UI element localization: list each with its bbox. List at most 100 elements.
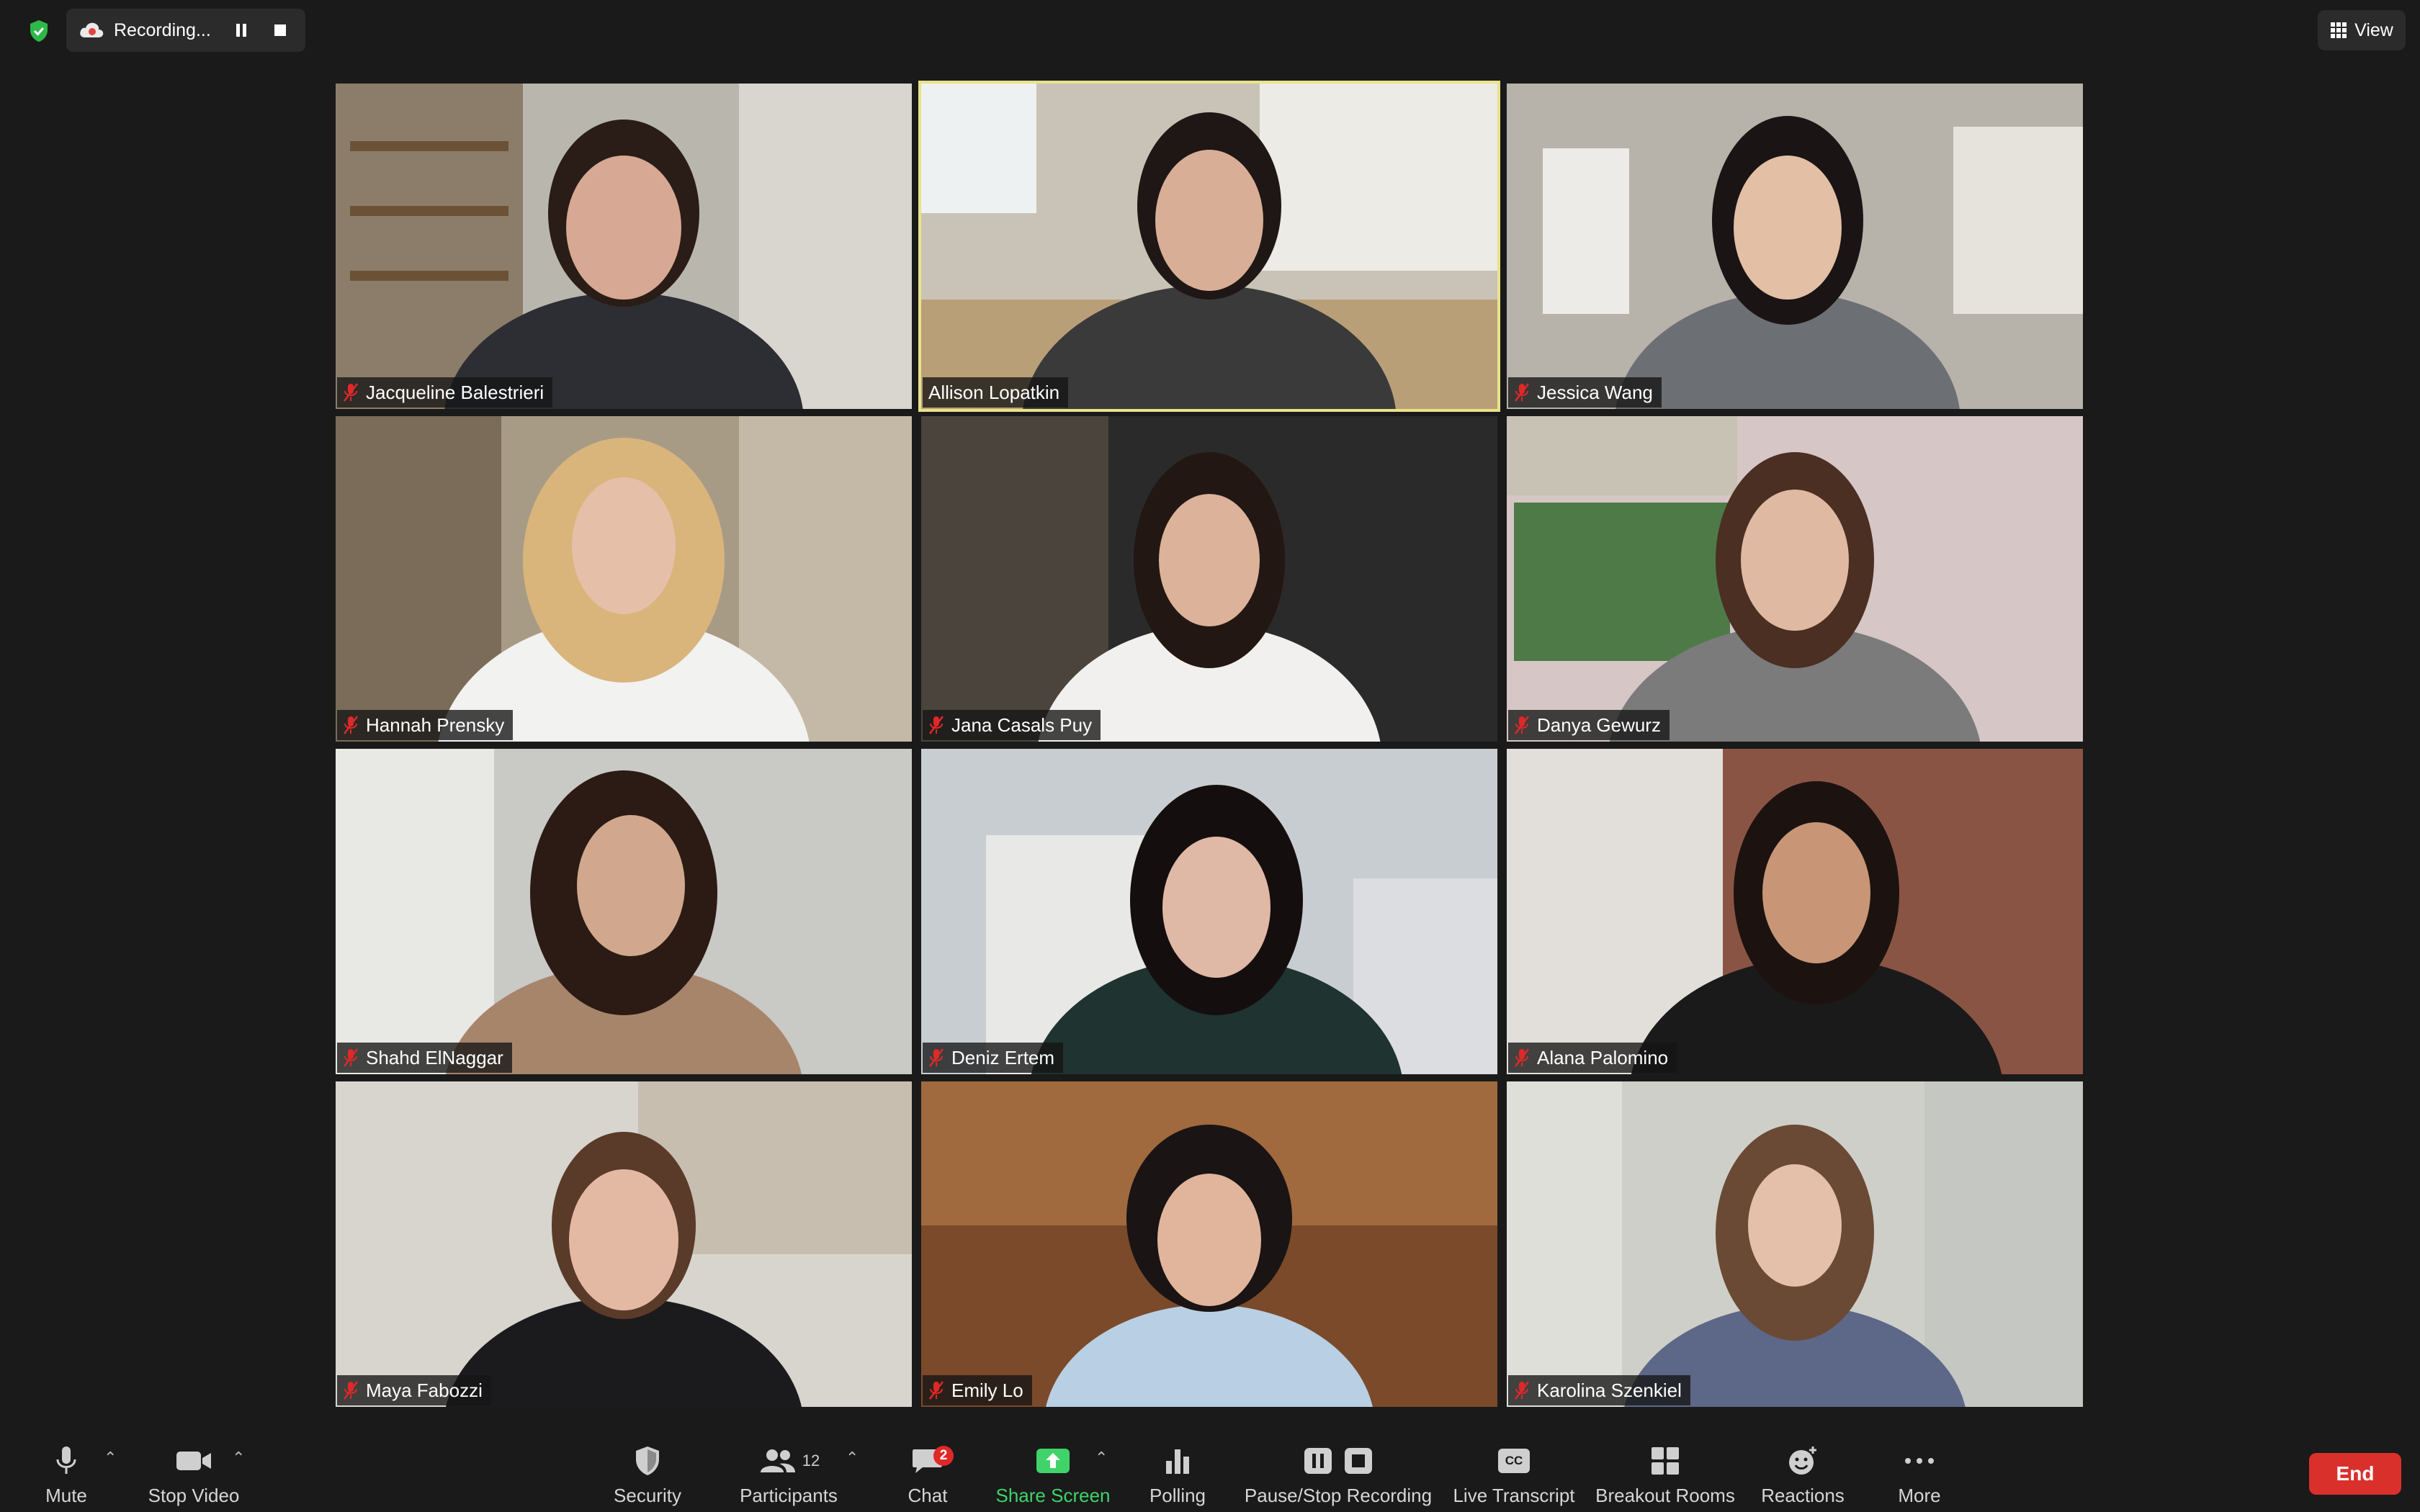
polling-label: Polling <box>1149 1485 1206 1506</box>
participant-nameplate: Alana Palomino <box>1508 1043 1677 1073</box>
participant-name: Jessica Wang <box>1537 381 1653 403</box>
participant-tile[interactable]: Hannah Prensky <box>336 416 912 742</box>
muted-microphone-icon <box>1515 383 1529 402</box>
video-feed <box>1507 749 2083 1074</box>
stop-icon <box>274 24 286 36</box>
participant-tile[interactable]: Shahd ElNaggar <box>336 749 912 1074</box>
participant-nameplate: Karolina Szenkiel <box>1508 1375 1690 1405</box>
muted-microphone-icon <box>929 716 944 734</box>
reactions-label: Reactions <box>1761 1485 1845 1506</box>
participant-name: Allison Lopatkin <box>928 381 1060 403</box>
more-dots-icon <box>1905 1458 1934 1464</box>
participant-name: Hannah Prensky <box>366 714 505 736</box>
recording-indicator: Recording... <box>66 9 305 52</box>
participant-tile[interactable]: Deniz Ertem <box>921 749 1497 1074</box>
participant-tile-active-speaker[interactable]: Allison Lopatkin <box>918 81 1500 412</box>
muted-microphone-icon <box>929 1048 944 1067</box>
stop-video-button[interactable]: Stop Video <box>141 1443 246 1508</box>
participant-tile[interactable]: Danya Gewurz <box>1507 416 2083 742</box>
participant-name: Maya Fabozzi <box>366 1379 483 1401</box>
pause-stop-recording-label: Pause/Stop Recording <box>1244 1485 1433 1506</box>
video-feed <box>336 1081 912 1407</box>
participants-label: Participants <box>740 1485 838 1506</box>
recording-label: Recording... <box>114 19 211 40</box>
video-feed <box>1507 1081 2083 1407</box>
participant-tile[interactable]: Jessica Wang <box>1507 84 2083 409</box>
participant-nameplate: Danya Gewurz <box>1508 710 1670 740</box>
breakout-rooms-button[interactable]: Breakout Rooms <box>1595 1443 1736 1508</box>
video-feed <box>336 749 912 1074</box>
security-button[interactable]: Security <box>609 1443 686 1508</box>
security-label: Security <box>614 1485 681 1506</box>
chat-label: Chat <box>908 1485 948 1506</box>
participant-name: Danya Gewurz <box>1537 714 1661 736</box>
polling-button[interactable]: Polling <box>1145 1443 1210 1508</box>
meeting-toolbar: Mute ⌃ Stop Video ⌃ Security 12 Particip… <box>0 1436 2420 1512</box>
breakout-rooms-label: Breakout Rooms <box>1595 1485 1735 1506</box>
participant-tile[interactable]: Maya Fabozzi <box>336 1081 912 1407</box>
participant-nameplate: Shahd ElNaggar <box>337 1043 512 1073</box>
chat-button[interactable]: Chat 2 <box>897 1443 958 1508</box>
pause-recording-button[interactable] <box>228 17 255 44</box>
live-transcript-button[interactable]: CC Live Transcript <box>1448 1443 1580 1508</box>
participant-tile[interactable]: Karolina Szenkiel <box>1507 1081 2083 1407</box>
stop-video-label: Stop Video <box>148 1485 240 1506</box>
video-feed <box>921 84 1497 409</box>
breakout-rooms-icon <box>1652 1447 1679 1475</box>
share-screen-icon <box>1036 1449 1070 1473</box>
muted-microphone-icon <box>1515 1381 1529 1400</box>
participant-name: Deniz Ertem <box>951 1046 1055 1068</box>
security-shield-icon <box>636 1446 659 1475</box>
muted-microphone-icon <box>344 1048 358 1067</box>
share-screen-button[interactable]: Share Screen <box>995 1443 1111 1508</box>
participants-options-chevron-icon[interactable]: ⌃ <box>846 1449 859 1467</box>
participant-tile[interactable]: Emily Lo <box>921 1081 1497 1407</box>
stop-recording-button[interactable] <box>266 17 294 44</box>
participant-nameplate: Allison Lopatkin <box>923 377 1069 408</box>
video-feed <box>921 416 1497 742</box>
video-feed <box>921 1081 1497 1407</box>
encryption-shield-icon[interactable] <box>19 13 59 49</box>
muted-microphone-icon <box>344 1381 358 1400</box>
mute-button[interactable]: Mute <box>36 1443 97 1508</box>
participant-nameplate: Hannah Prensky <box>337 710 514 740</box>
end-meeting-button[interactable]: End <box>2309 1453 2401 1495</box>
participants-button[interactable]: 12 Participants <box>736 1443 841 1508</box>
participant-tile[interactable]: Jana Casals Puy <box>921 416 1497 742</box>
participant-nameplate: Jessica Wang <box>1508 377 1662 408</box>
participant-nameplate: Jana Casals Puy <box>923 710 1101 740</box>
participant-name: Shahd ElNaggar <box>366 1046 503 1068</box>
closed-caption-icon: CC <box>1498 1449 1530 1473</box>
participant-nameplate: Jacqueline Balestrieri <box>337 377 553 408</box>
participant-nameplate: Maya Fabozzi <box>337 1375 491 1405</box>
muted-microphone-icon <box>1515 1048 1529 1067</box>
muted-microphone-icon <box>344 383 358 402</box>
participant-name: Jacqueline Balestrieri <box>366 381 544 403</box>
muted-microphone-icon <box>1515 716 1529 734</box>
video-feed <box>921 749 1497 1074</box>
share-screen-label: Share Screen <box>995 1485 1111 1506</box>
pause-icon <box>236 24 246 37</box>
reactions-button[interactable]: Reactions <box>1761 1443 1845 1508</box>
participant-name: Jana Casals Puy <box>951 714 1093 736</box>
more-button[interactable]: More <box>1887 1443 1952 1508</box>
cloud-recording-icon <box>80 22 104 37</box>
audio-options-chevron-icon[interactable]: ⌃ <box>104 1449 117 1467</box>
video-options-chevron-icon[interactable]: ⌃ <box>232 1449 245 1467</box>
pause-stop-recording-button[interactable]: Pause/Stop Recording <box>1245 1443 1432 1508</box>
video-feed <box>336 84 912 409</box>
grid-view-icon <box>2331 22 2347 38</box>
video-camera-icon <box>176 1452 211 1470</box>
top-bar: Recording... View <box>0 0 2420 62</box>
participant-tile[interactable]: Jacqueline Balestrieri <box>336 84 912 409</box>
view-button[interactable]: View <box>2318 10 2406 50</box>
participant-name: Emily Lo <box>951 1379 1023 1401</box>
share-options-chevron-icon[interactable]: ⌃ <box>1095 1449 1108 1467</box>
participants-icon <box>760 1449 795 1472</box>
video-feed <box>336 416 912 742</box>
view-label: View <box>2354 19 2393 40</box>
participant-nameplate: Emily Lo <box>923 1375 1032 1405</box>
participant-tile[interactable]: Alana Palomino <box>1507 749 2083 1074</box>
muted-microphone-icon <box>344 716 358 734</box>
microphone-icon <box>56 1446 76 1474</box>
